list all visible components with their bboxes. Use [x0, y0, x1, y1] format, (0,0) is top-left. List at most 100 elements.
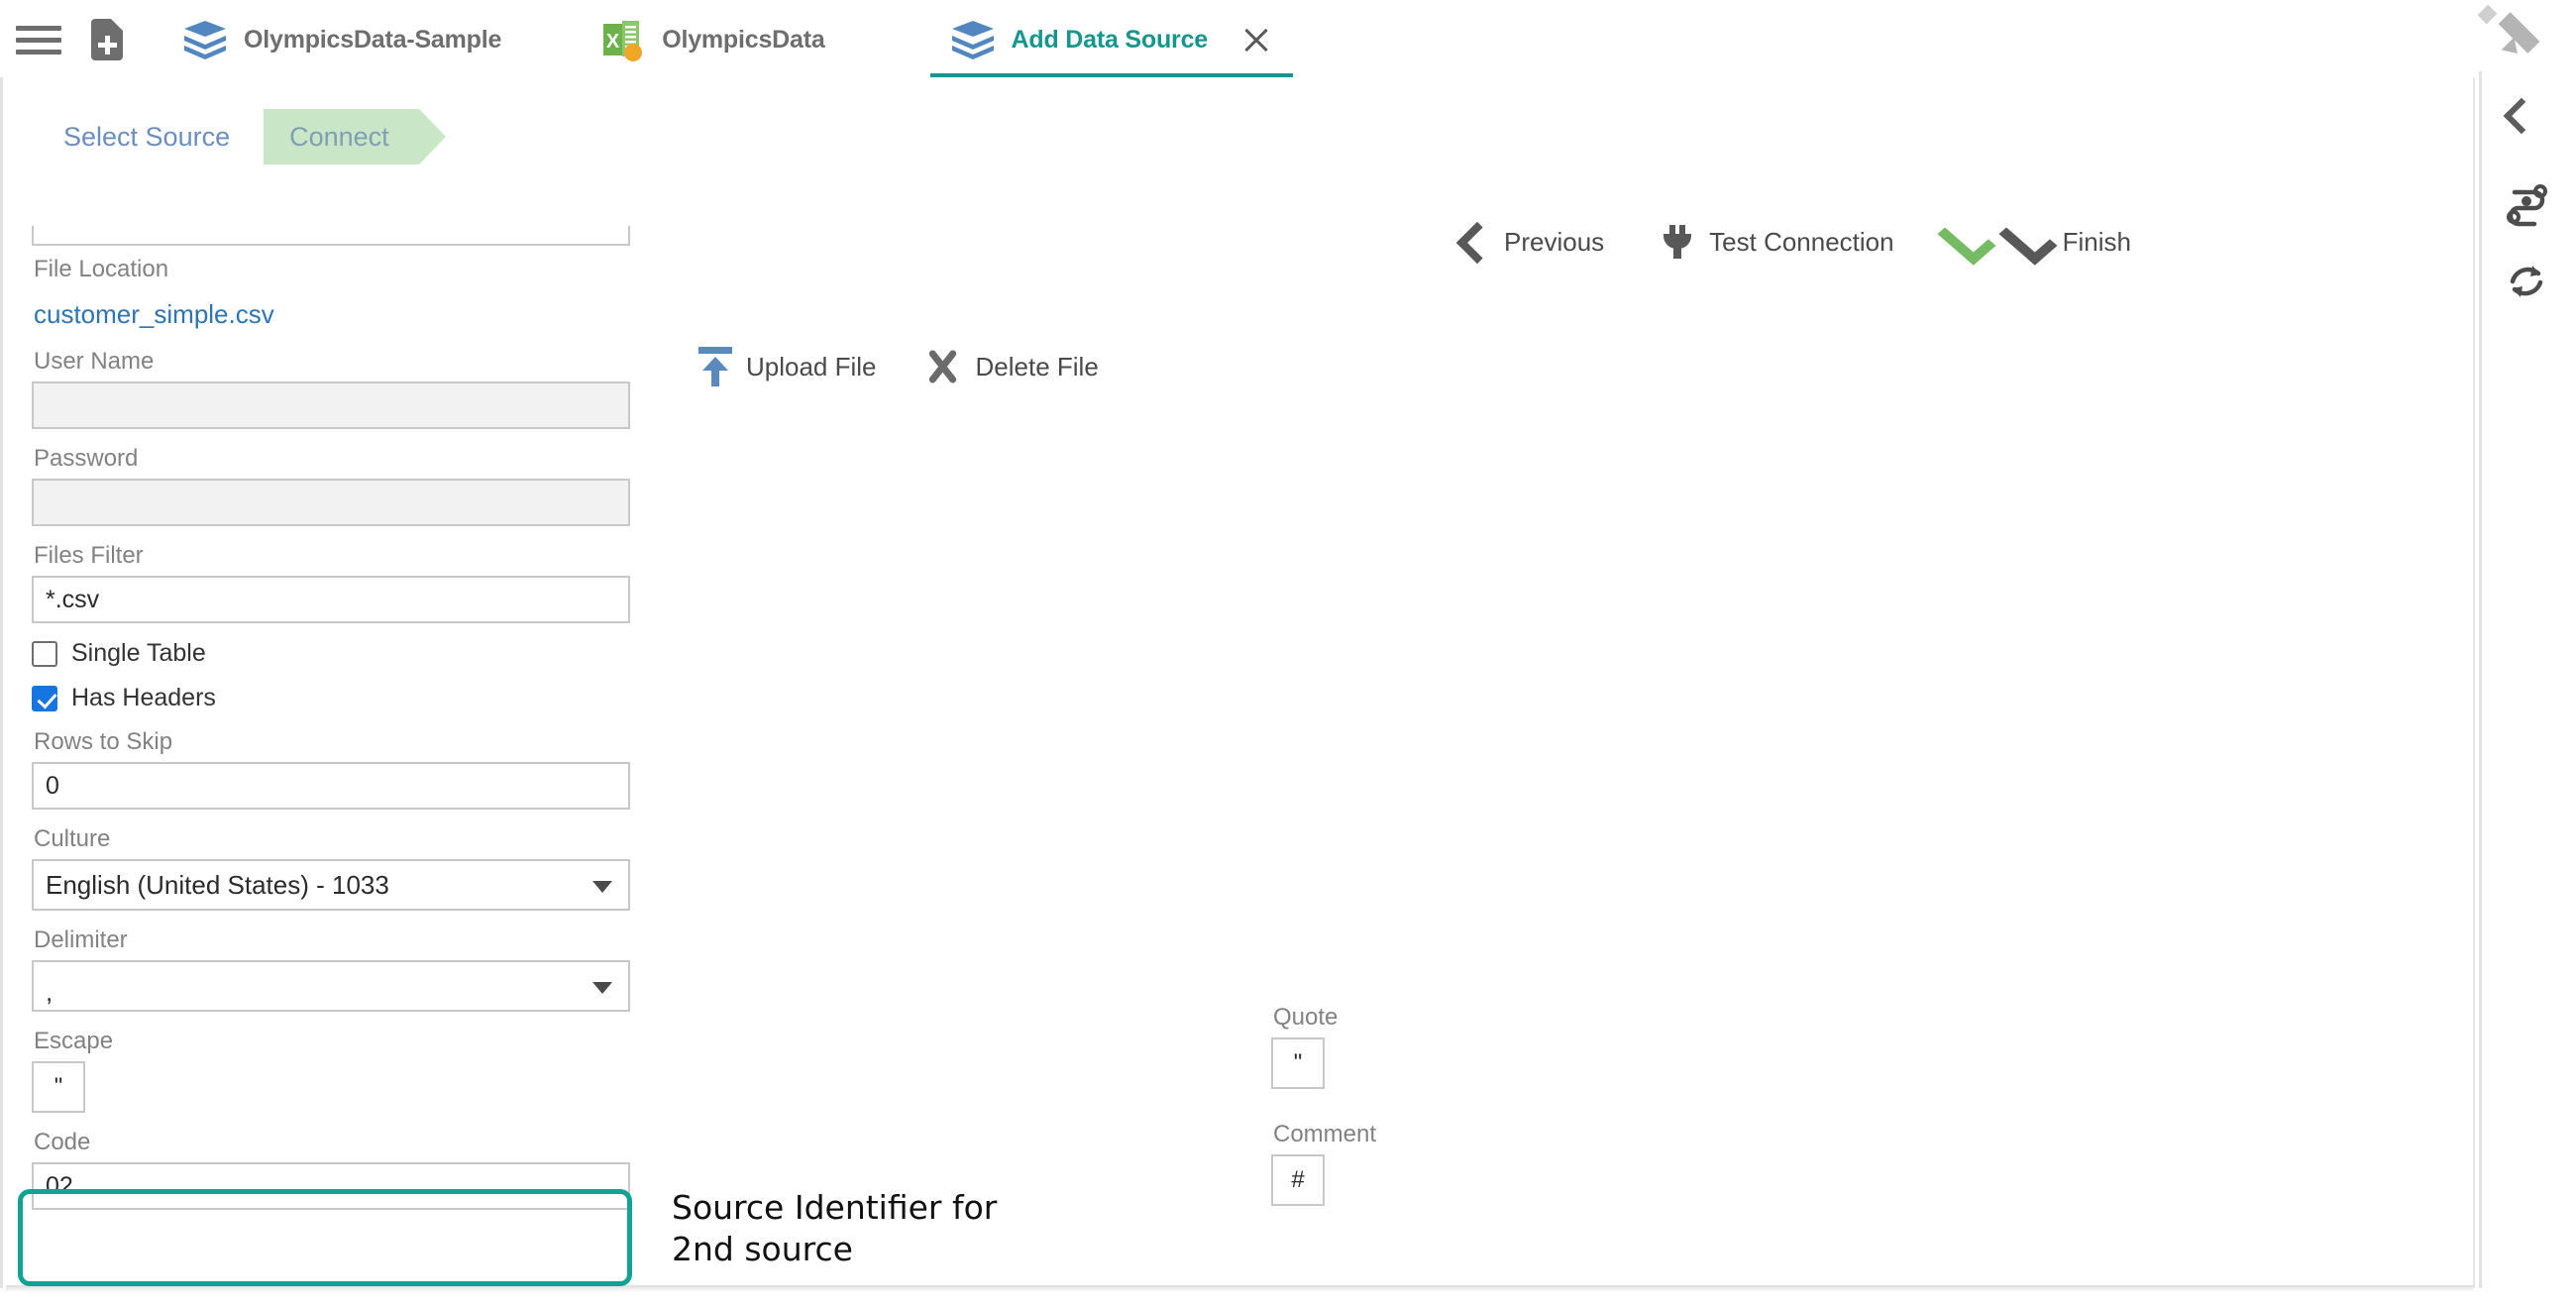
comment-input[interactable]: #	[1271, 1154, 1325, 1206]
user-name-row: User Name	[32, 348, 634, 429]
plug-icon	[1660, 225, 1695, 259]
delimiter-row: Delimiter ,	[32, 926, 634, 1012]
connection-form: File Location customer_simple.csv User N…	[32, 226, 634, 1226]
tab-add-data-source[interactable]: Add Data Source	[929, 0, 1294, 79]
step-connect[interactable]: Connect	[264, 109, 446, 164]
hamburger-line	[16, 25, 61, 31]
hamburger-menu-icon[interactable]	[16, 23, 61, 56]
tab-label: Add Data Source	[1011, 25, 1209, 54]
check-green-icon	[1940, 222, 1987, 262]
single-table-checkbox-row[interactable]: Single Table	[32, 639, 634, 668]
files-filter-label: Files Filter	[34, 542, 144, 569]
escape-row: Escape "	[32, 1028, 634, 1113]
check-dark-icon	[2001, 222, 2049, 262]
file-location-label: File Location	[34, 256, 169, 282]
chevron-left-icon	[1456, 225, 1490, 259]
quote-input[interactable]: "	[1271, 1037, 1325, 1089]
quote-row: Quote "	[1271, 1004, 1568, 1089]
collapse-panel-button[interactable]	[2501, 97, 2552, 149]
password-input[interactable]	[32, 479, 630, 526]
rail-divider	[2479, 71, 2482, 1288]
quote-comment-column: Quote " Comment #	[1271, 1004, 1568, 1222]
excel-icon-svg: X	[603, 21, 643, 61]
upload-file-button[interactable]: Upload File	[698, 347, 877, 386]
pipeline-icon	[2507, 184, 2547, 227]
new-file-icon[interactable]	[85, 15, 129, 64]
upload-icon-bar	[698, 347, 732, 354]
tab-bar: OlympicsData-Sample X OlympicsData Add D…	[0, 0, 2576, 79]
tab-label: OlympicsData-Sample	[244, 25, 502, 54]
finish-button[interactable]: Finish	[2001, 222, 2131, 262]
tab-label: OlympicsData	[662, 25, 825, 54]
plug-stem	[1673, 248, 1682, 259]
layers-icon-top	[951, 21, 994, 37]
sync-icon	[2510, 266, 2543, 297]
delimiter-select[interactable]: ,	[32, 960, 630, 1012]
culture-row: Culture English (United States) - 1033	[32, 825, 634, 911]
finish-label: Finish	[2062, 226, 2131, 257]
escape-input[interactable]: "	[32, 1061, 85, 1113]
escape-label: Escape	[34, 1028, 114, 1054]
right-icon-rail	[2477, 0, 2576, 1308]
delete-x-icon	[922, 347, 962, 386]
new-file-fold-shape	[111, 19, 123, 31]
hamburger-line	[16, 37, 61, 43]
step-select-source[interactable]: Select Source	[30, 109, 264, 164]
tab-olympicsdata-sample[interactable]: OlympicsData-Sample	[162, 0, 523, 79]
quote-label: Quote	[1273, 1004, 1339, 1031]
previous-button[interactable]: Previous	[1456, 225, 1604, 259]
pipeline-button[interactable]	[2501, 176, 2552, 228]
annotation-line-1: Source Identifier for	[672, 1188, 998, 1227]
layers-icon-top	[184, 21, 226, 37]
code-field-annotation-text: Source Identifier for 2nd source	[672, 1187, 1187, 1270]
code-row: Code 02	[32, 1129, 634, 1210]
layers-icon	[951, 19, 994, 60]
culture-selected-value: English (United States) - 1033	[46, 869, 389, 900]
has-headers-label: Has Headers	[71, 684, 216, 711]
single-table-label: Single Table	[71, 639, 206, 667]
scrolled-field-input[interactable]	[32, 226, 630, 246]
test-connection-label: Test Connection	[1709, 226, 1894, 257]
upload-icon-stem	[711, 362, 719, 386]
rows-to-skip-label: Rows to Skip	[34, 728, 173, 755]
new-file-plus-shape	[98, 43, 117, 48]
delimiter-selected-value: ,	[46, 977, 54, 1007]
delete-file-button[interactable]: Delete File	[922, 347, 1099, 386]
test-connection-button[interactable]: Test Connection	[1660, 225, 1894, 259]
user-name-input[interactable]	[32, 382, 630, 429]
culture-label: Culture	[34, 825, 111, 852]
scrolled-field-row	[32, 226, 634, 246]
close-icon[interactable]	[1241, 25, 1271, 54]
files-filter-row: Files Filter *.csv	[32, 542, 634, 623]
has-headers-checkbox-row[interactable]: Has Headers	[32, 684, 634, 712]
rows-to-skip-input[interactable]: 0	[32, 762, 630, 810]
excel-icon: X	[600, 18, 644, 61]
layers-icon-bottom	[951, 46, 994, 59]
code-input[interactable]: 02	[32, 1162, 630, 1210]
wizard-steps: Select Source Connect	[30, 104, 446, 169]
upload-file-label: Upload File	[746, 351, 877, 382]
pencil-cap	[2477, 4, 2498, 25]
file-location-link[interactable]: customer_simple.csv	[34, 299, 274, 330]
single-table-checkbox[interactable]	[32, 640, 57, 667]
sync-button[interactable]	[2501, 256, 2552, 307]
edit-button[interactable]	[2477, 4, 2552, 60]
layers-icon	[184, 19, 226, 60]
files-filter-input[interactable]: *.csv	[32, 576, 630, 623]
has-headers-checkbox[interactable]	[32, 685, 57, 711]
step-label: Select Source	[63, 121, 231, 152]
culture-select[interactable]: English (United States) - 1033	[32, 859, 630, 911]
delete-file-label: Delete File	[975, 351, 1099, 382]
plug-body	[1664, 234, 1692, 249]
code-label: Code	[34, 1129, 91, 1155]
hamburger-line	[16, 49, 61, 54]
tab-olympicsdata[interactable]: X OlympicsData	[579, 0, 846, 79]
previous-label: Previous	[1504, 226, 1605, 257]
delimiter-label: Delimiter	[34, 926, 128, 953]
upload-icon	[698, 347, 732, 386]
layers-icon-bottom	[184, 46, 226, 59]
password-label: Password	[34, 445, 139, 472]
chevron-down-icon	[592, 881, 612, 893]
annotation-line-2: 2nd source	[672, 1230, 853, 1269]
rows-to-skip-row: Rows to Skip 0	[32, 728, 634, 810]
